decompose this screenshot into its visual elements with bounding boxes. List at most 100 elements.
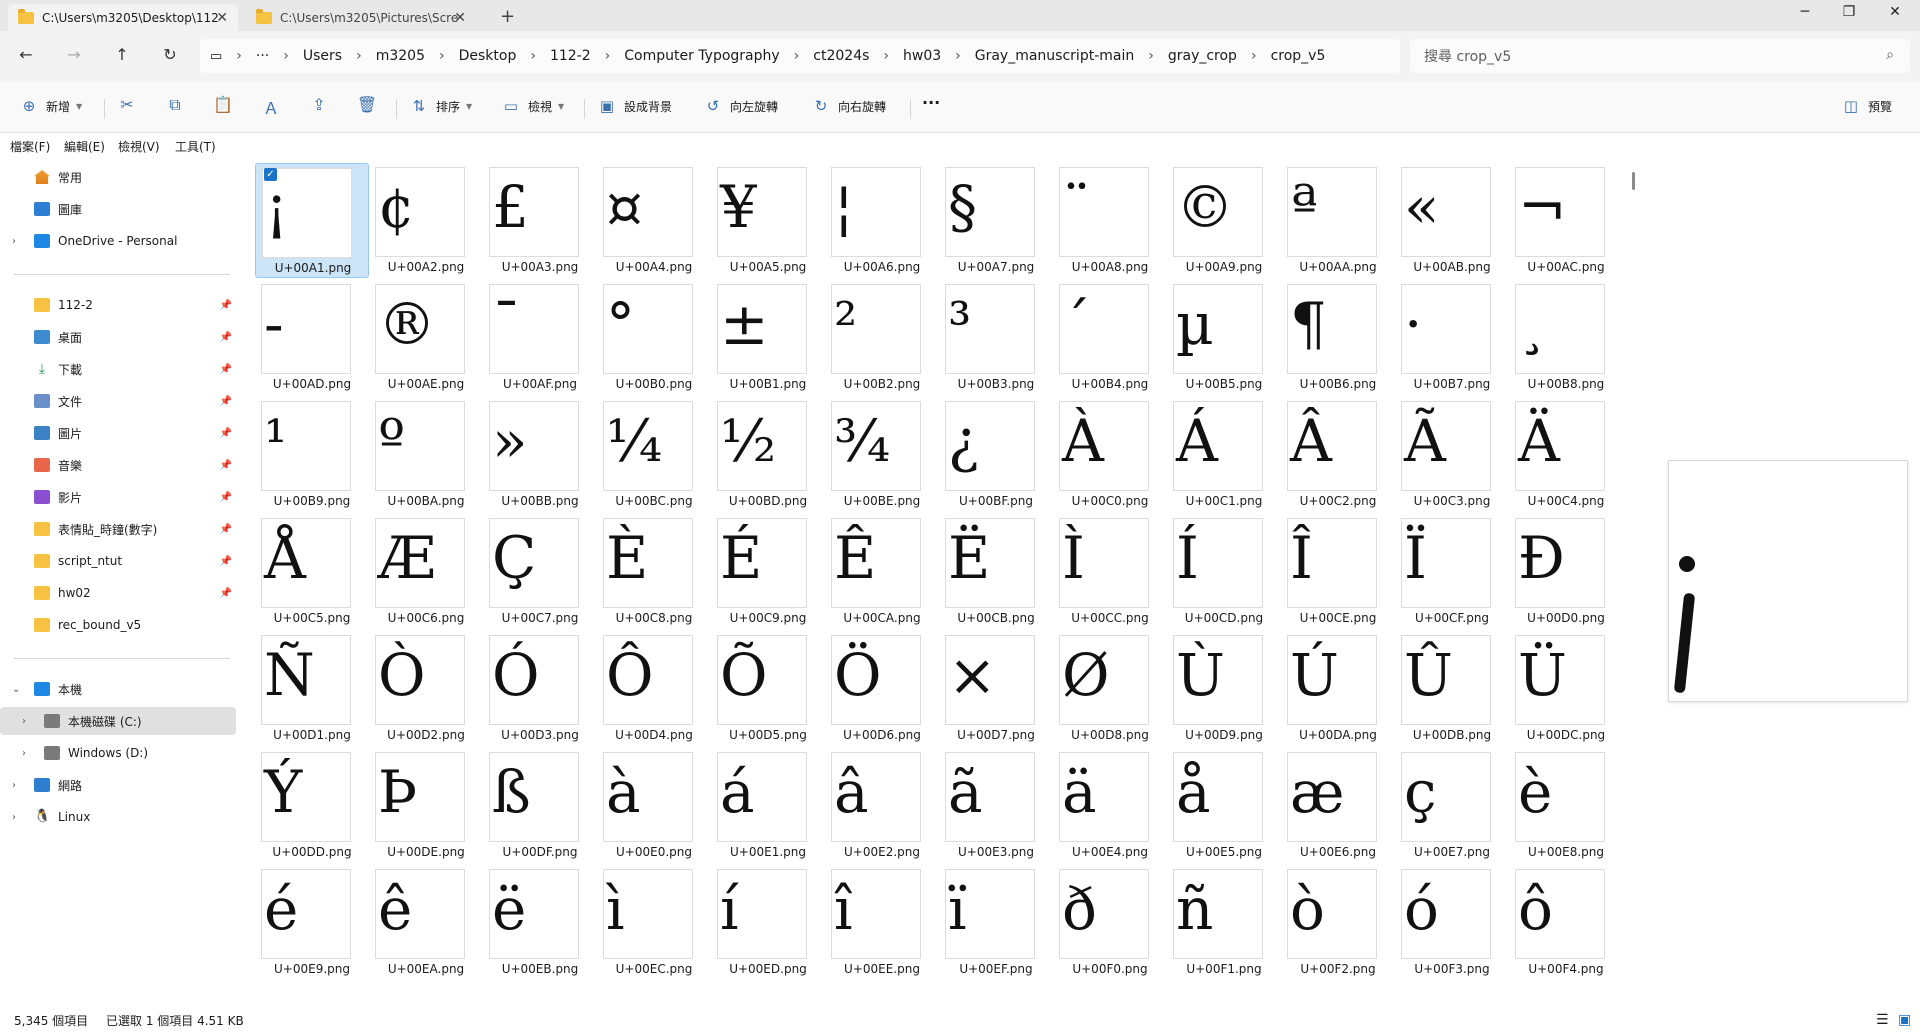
sidebar-item-music[interactable]: 音樂 📌 [0, 451, 236, 479]
chevron-right-icon[interactable]: › [12, 780, 16, 791]
breadcrumb-item[interactable]: Gray_manuscript-main [975, 48, 1134, 64]
breadcrumb-item[interactable]: Users [303, 48, 342, 64]
file-item[interactable]: ¤ U+00A4.png [597, 163, 711, 278]
file-item[interactable]: Þ U+00DE.png [369, 748, 483, 863]
forward-arrow-icon[interactable]: → [62, 45, 86, 64]
menu-view[interactable]: 檢視(V) [118, 138, 160, 155]
sort-button[interactable]: ⇅ 排序 ▼ [410, 97, 472, 115]
file-item[interactable]: » U+00BB.png [483, 397, 597, 512]
file-item[interactable]: - U+00AD.png [255, 280, 369, 395]
monitor-icon[interactable]: ▭ [210, 49, 222, 64]
file-item[interactable]: á U+00E1.png [711, 748, 825, 863]
file-item[interactable]: Å U+00C5.png [255, 514, 369, 629]
sidebar-item-downloads[interactable]: ⤓ 下載 📌 [0, 355, 236, 383]
breadcrumb-item[interactable]: hw03 [903, 48, 941, 64]
file-item[interactable]: Ø U+00D8.png [1053, 631, 1167, 746]
close-window-icon[interactable]: ✕ [1880, 4, 1910, 20]
overflow-crumbs[interactable]: ··· [256, 48, 269, 64]
sidebar-item-stickers[interactable]: 表情貼_時鐘(數字) 📌 [0, 515, 236, 543]
file-item[interactable]: Õ U+00D5.png [711, 631, 825, 746]
file-item[interactable]: § U+00A7.png [939, 163, 1053, 278]
file-item[interactable]: ê U+00EA.png [369, 865, 483, 980]
file-item[interactable]: ß U+00DF.png [483, 748, 597, 863]
file-item[interactable]: Ë U+00CB.png [939, 514, 1053, 629]
file-item[interactable]: Û U+00DB.png [1395, 631, 1509, 746]
vertical-scrollbar[interactable] [1632, 172, 1635, 190]
breadcrumb-item[interactable]: Computer Typography [624, 48, 779, 64]
file-item[interactable]: ´ U+00B4.png [1053, 280, 1167, 395]
file-item[interactable]: Í U+00CD.png [1167, 514, 1281, 629]
refresh-icon[interactable]: ↻ [158, 45, 182, 64]
file-item[interactable]: « U+00AB.png [1395, 163, 1509, 278]
breadcrumb-item[interactable]: 112-2 [550, 48, 591, 64]
checkbox-checked-icon[interactable]: ✓ [264, 168, 277, 181]
file-item[interactable]: È U+00C8.png [597, 514, 711, 629]
file-item[interactable]: µ U+00B5.png [1167, 280, 1281, 395]
file-item[interactable]: ¾ U+00BE.png [825, 397, 939, 512]
file-item[interactable]: À U+00C0.png [1053, 397, 1167, 512]
file-item[interactable]: ª U+00AA.png [1281, 163, 1395, 278]
file-item[interactable]: ¹ U+00B9.png [255, 397, 369, 512]
file-item[interactable]: ¼ U+00BC.png [597, 397, 711, 512]
breadcrumb-item[interactable]: Desktop [459, 48, 517, 64]
file-item[interactable]: ô U+00F4.png [1509, 865, 1623, 980]
menu-edit[interactable]: 編輯(E) [64, 138, 105, 155]
file-item[interactable]: ¥ U+00A5.png [711, 163, 825, 278]
file-item[interactable]: ì U+00EC.png [597, 865, 711, 980]
file-item[interactable]: º U+00BA.png [369, 397, 483, 512]
file-item[interactable]: Á U+00C1.png [1167, 397, 1281, 512]
chevron-right-icon[interactable]: › [22, 748, 26, 759]
file-item[interactable]: ² U+00B2.png [825, 280, 939, 395]
file-item[interactable]: ³ U+00B3.png [939, 280, 1053, 395]
chevron-right-icon[interactable]: › [12, 812, 16, 823]
sidebar-item-hw02[interactable]: hw02 📌 [0, 579, 236, 607]
file-item[interactable]: î U+00EE.png [825, 865, 939, 980]
up-arrow-icon[interactable]: ↑ [110, 45, 134, 64]
file-item[interactable]: Ò U+00D2.png [369, 631, 483, 746]
file-item[interactable]: Ç U+00C7.png [483, 514, 597, 629]
sidebar-item-linux[interactable]: › 🐧 Linux [0, 803, 236, 831]
file-item[interactable]: Ï U+00CF.png [1395, 514, 1509, 629]
new-tab-icon[interactable]: + [500, 6, 515, 27]
file-item[interactable]: ¯ U+00AF.png [483, 280, 597, 395]
sidebar-item-drive-c[interactable]: › 本機磁碟 (C:) [0, 707, 236, 735]
tab-second[interactable]: C:\Users\m3205\Pictures\Scre ✕ [246, 4, 476, 31]
file-item[interactable]: ã U+00E3.png [939, 748, 1053, 863]
file-item[interactable]: © U+00A9.png [1167, 163, 1281, 278]
sidebar-item-112-2[interactable]: 112-2 📌 [0, 291, 236, 319]
file-item[interactable]: ç U+00E7.png [1395, 748, 1509, 863]
rotate-right-button[interactable]: ↻ 向右旋轉 [812, 97, 886, 115]
file-item[interactable]: ® U+00AE.png [369, 280, 483, 395]
cut-icon[interactable]: ✂ [116, 95, 138, 114]
file-item[interactable]: Ã U+00C3.png [1395, 397, 1509, 512]
file-item[interactable]: æ U+00E6.png [1281, 748, 1395, 863]
file-item[interactable]: Ü U+00DC.png [1509, 631, 1623, 746]
file-item[interactable]: ¦ U+00A6.png [825, 163, 939, 278]
sidebar-item-script-ntut[interactable]: script_ntut 📌 [0, 547, 236, 575]
delete-icon[interactable]: 🗑 [356, 95, 378, 114]
file-item[interactable]: Ñ U+00D1.png [255, 631, 369, 746]
breadcrumb-item-current[interactable]: crop_v5 [1271, 48, 1326, 64]
address-bar[interactable]: ▭ › ··· › Users › m3205 › Desktop › 112-… [200, 39, 1400, 73]
file-item[interactable]: Ú U+00DA.png [1281, 631, 1395, 746]
file-item[interactable]: ° U+00B0.png [597, 280, 711, 395]
file-item[interactable]: Ô U+00D4.png [597, 631, 711, 746]
file-item[interactable]: Æ U+00C6.png [369, 514, 483, 629]
file-item[interactable]: ¢ U+00A2.png [369, 163, 483, 278]
maximize-icon[interactable]: ❐ [1834, 4, 1864, 20]
paste-icon[interactable]: 📋 [212, 95, 234, 114]
set-background-button[interactable]: ▣ 設成背景 [598, 97, 672, 115]
breadcrumb-item[interactable]: m3205 [376, 48, 425, 64]
file-item[interactable]: å U+00E5.png [1167, 748, 1281, 863]
view-button[interactable]: ▭ 檢視 ▼ [502, 97, 564, 115]
sidebar-item-rec-bound-v5[interactable]: rec_bound_v5 [0, 611, 236, 639]
copy-icon[interactable]: ⧉ [164, 95, 186, 115]
search-input[interactable]: 搜尋 crop_v5 ⌕ [1410, 39, 1910, 73]
file-item[interactable]: ¿ U+00BF.png [939, 397, 1053, 512]
file-item[interactable]: ë U+00EB.png [483, 865, 597, 980]
share-icon[interactable]: ⇪ [308, 95, 330, 114]
file-item[interactable]: â U+00E2.png [825, 748, 939, 863]
file-item[interactable]: Â U+00C2.png [1281, 397, 1395, 512]
file-item[interactable]: ð U+00F0.png [1053, 865, 1167, 980]
file-item[interactable]: £ U+00A3.png [483, 163, 597, 278]
